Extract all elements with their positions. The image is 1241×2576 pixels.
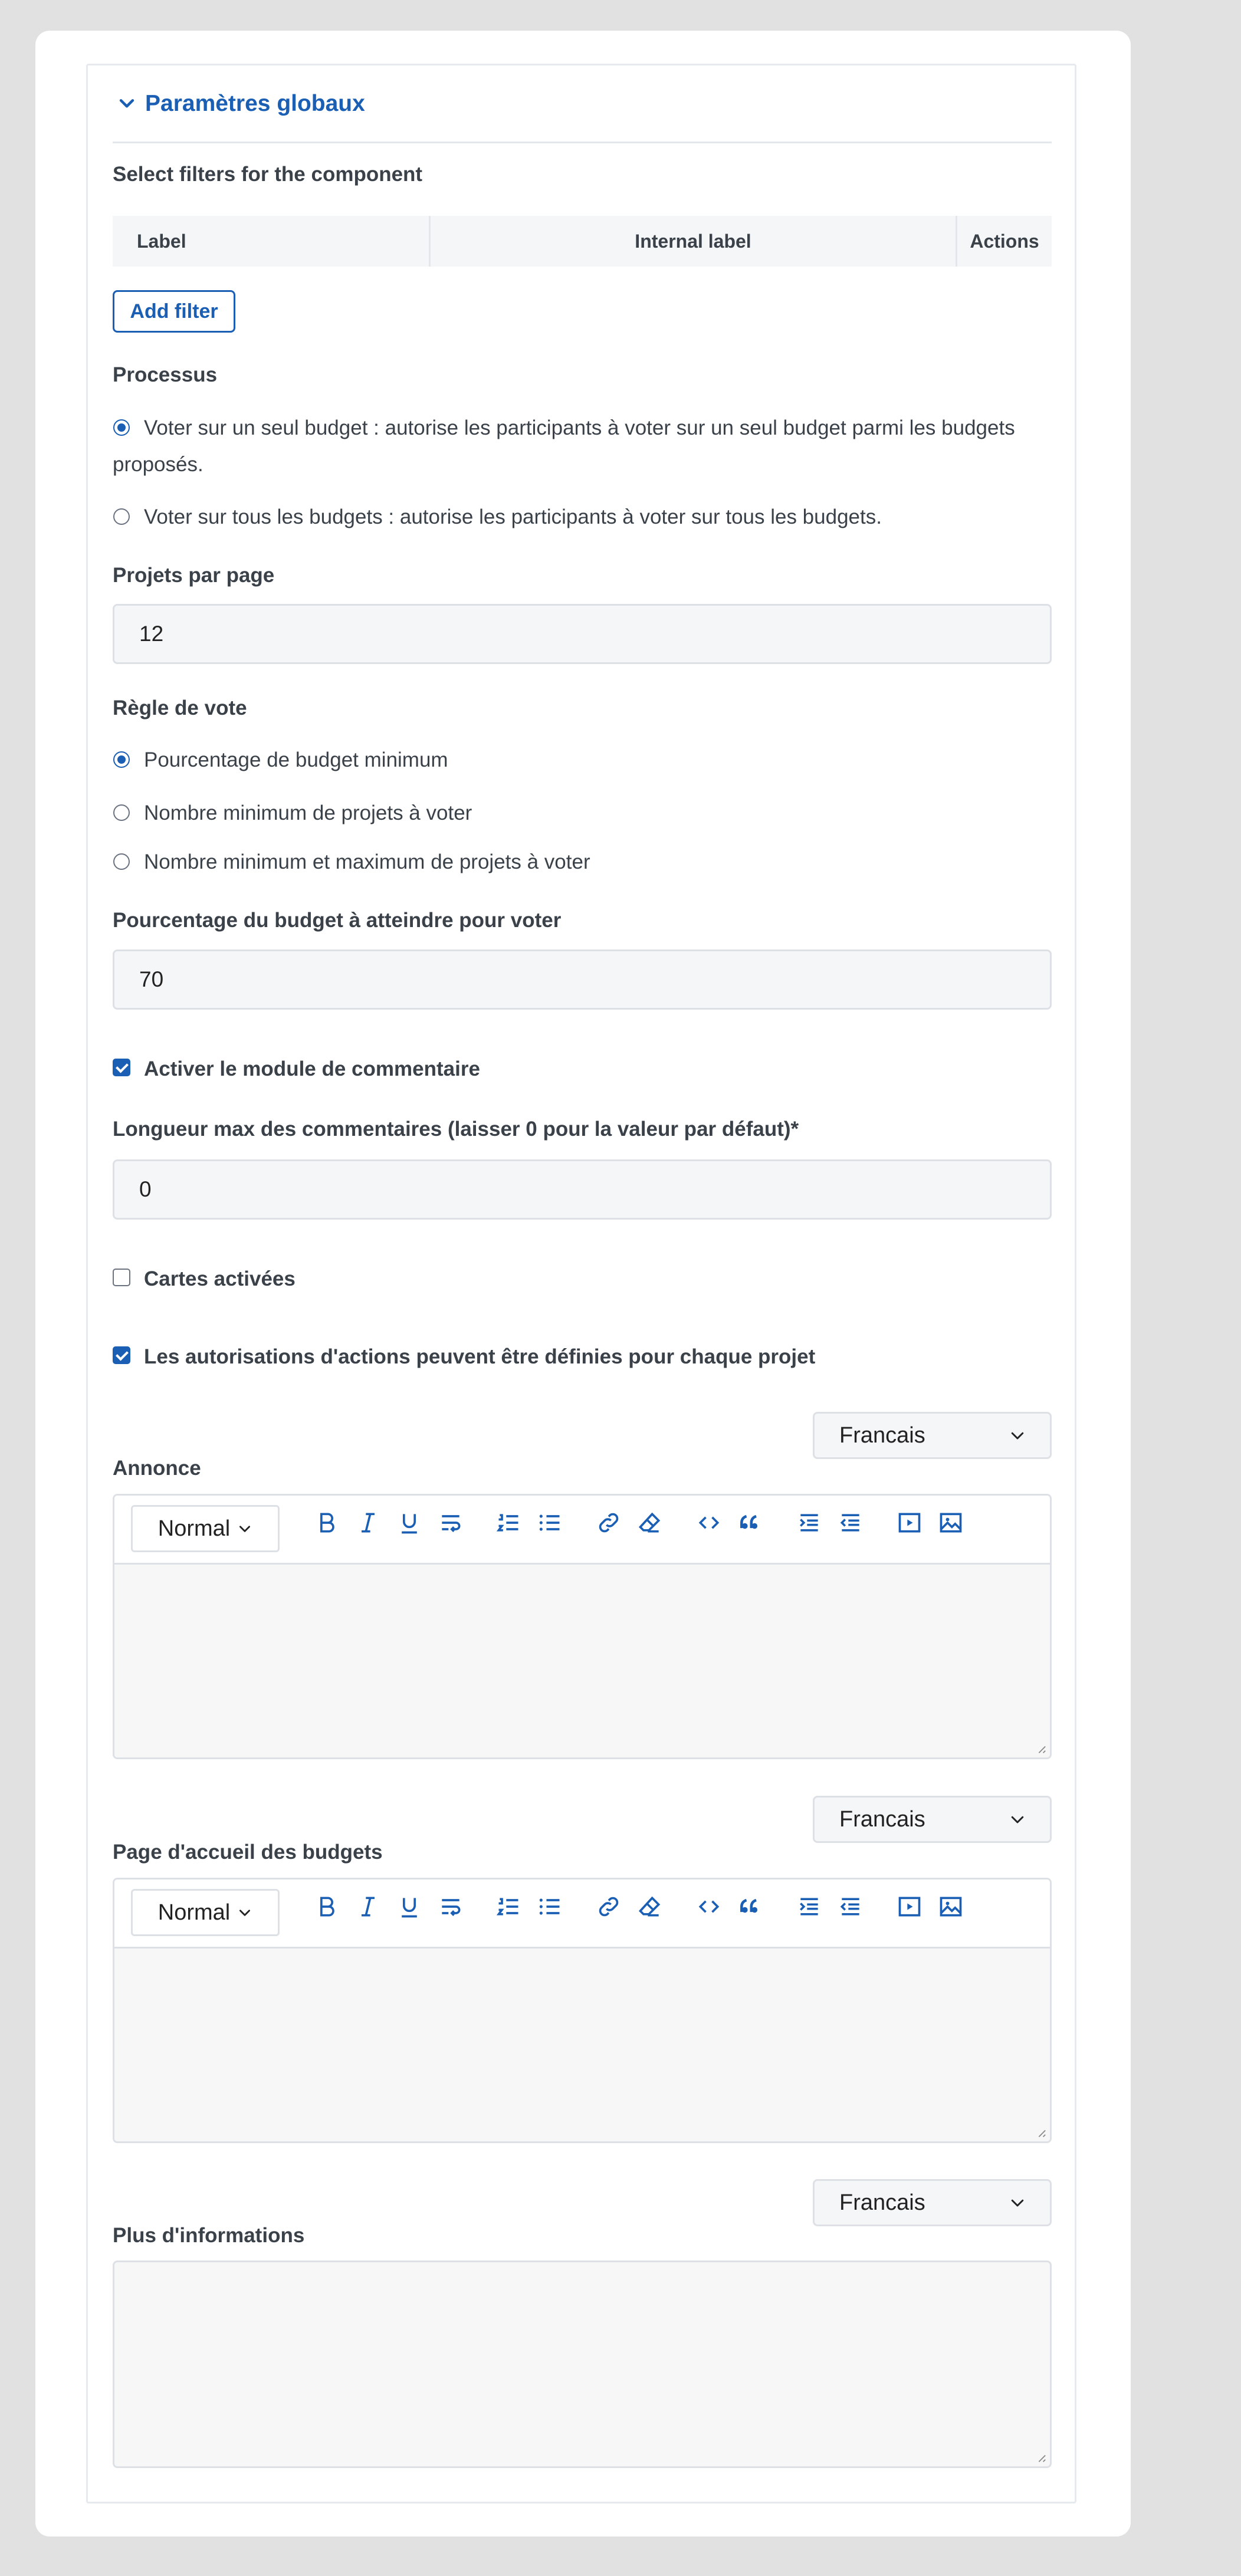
regle-radio-minimum[interactable] [113, 804, 130, 821]
resize-handle-icon[interactable] [1036, 1743, 1046, 1754]
quote-icon[interactable] [734, 1506, 767, 1539]
underline-icon[interactable] [393, 1506, 426, 1539]
add-filter-button[interactable]: Add filter [113, 290, 235, 333]
video-icon[interactable] [893, 1506, 926, 1539]
processus-label: Processus [113, 363, 218, 386]
ordered-list-icon[interactable] [492, 1890, 525, 1923]
regle-radio-pourcentage[interactable] [113, 751, 130, 768]
plus-infos-language-select[interactable]: Francais [813, 2179, 1052, 2226]
regle-option-min-max: Nombre minimum et maximum de projets à v… [144, 850, 590, 873]
bold-icon[interactable] [310, 1506, 343, 1539]
page-accueil-label: Page d'accueil des budgets [113, 1841, 383, 1864]
indent-icon[interactable] [793, 1890, 826, 1923]
annonce-editor: Normal [113, 1494, 1052, 1759]
page-accueil-language-value: Francais [839, 1806, 925, 1832]
page-accueil-editor: Normal [113, 1878, 1052, 2143]
text-wrap-icon[interactable] [434, 1890, 467, 1923]
chevron-down-icon [1011, 1432, 1024, 1440]
chevron-down-icon [119, 99, 134, 108]
regle-option-pourcentage: Pourcentage de budget minimum [144, 748, 448, 771]
annonce-toolbar: Normal [114, 1496, 1050, 1565]
image-icon[interactable] [934, 1506, 967, 1539]
autorisations-checkbox-label: Les autorisations d'actions peuvent être… [144, 1345, 816, 1368]
comments-checkbox-label: Activer le module de commentaire [144, 1057, 480, 1080]
eraser-icon[interactable] [633, 1890, 667, 1923]
code-icon[interactable] [692, 1506, 725, 1539]
autorisations-checkbox[interactable] [113, 1346, 130, 1364]
processus-radio-all[interactable] [113, 508, 130, 525]
outdent-icon[interactable] [834, 1890, 867, 1923]
resize-handle-icon[interactable] [1036, 2452, 1046, 2463]
quote-icon[interactable] [734, 1890, 767, 1923]
annonce-language-value: Francais [839, 1422, 925, 1448]
chevron-down-icon [1011, 2199, 1024, 2207]
resize-handle-icon[interactable] [1036, 2127, 1046, 2138]
ordered-list-icon[interactable] [492, 1506, 525, 1539]
chevron-down-icon [239, 1910, 251, 1916]
plus-infos-textarea[interactable] [113, 2260, 1052, 2468]
longueur-max-label: Longueur max des commentaires (laisser 0… [113, 1118, 799, 1141]
annonce-label: Annonce [113, 1457, 201, 1480]
page-accueil-language-select[interactable]: Francais [813, 1796, 1052, 1843]
plus-infos-label: Plus d'informations [113, 2224, 305, 2247]
chevron-down-icon [1011, 1816, 1024, 1823]
filters-label: Select filters for the component [113, 163, 423, 186]
page-accueil-text-area[interactable] [114, 1949, 1050, 2141]
cartes-checkbox[interactable] [113, 1269, 130, 1286]
projets-par-page-input[interactable]: 12 [113, 604, 1052, 664]
video-icon[interactable] [893, 1890, 926, 1923]
cartes-checkbox-label: Cartes activées [144, 1267, 296, 1290]
annonce-text-area[interactable] [114, 1565, 1050, 1757]
text-wrap-icon[interactable] [434, 1506, 467, 1539]
filters-table-header: Label Internal label Actions [113, 216, 1052, 267]
section-title: Paramètres globaux [145, 91, 365, 116]
section-toggle[interactable]: Paramètres globaux [117, 91, 365, 117]
processus-radio-single[interactable] [113, 419, 130, 436]
link-icon[interactable] [592, 1890, 625, 1923]
regle-de-vote-label: Règle de vote [113, 696, 247, 719]
column-label: Label [113, 216, 431, 267]
bullet-list-icon[interactable] [533, 1890, 566, 1923]
italic-icon[interactable] [352, 1890, 385, 1923]
link-icon[interactable] [592, 1506, 625, 1539]
section-divider [113, 142, 1052, 143]
code-icon[interactable] [692, 1890, 725, 1923]
underline-icon[interactable] [393, 1890, 426, 1923]
annonce-format-value: Normal [157, 1516, 231, 1541]
longueur-max-input[interactable]: 0 [113, 1159, 1052, 1220]
bullet-list-icon[interactable] [533, 1506, 566, 1539]
regle-option-minimum: Nombre minimum de projets à voter [144, 801, 472, 824]
page-accueil-format-value: Normal [157, 1900, 231, 1925]
eraser-icon[interactable] [633, 1506, 667, 1539]
processus-option-single-line2: proposés. [113, 453, 203, 476]
comments-checkbox[interactable] [113, 1059, 130, 1076]
column-actions: Actions [970, 230, 1039, 252]
image-icon[interactable] [934, 1890, 967, 1923]
chevron-down-icon [239, 1526, 251, 1532]
pourcentage-budget-label: Pourcentage du budget à atteindre pour v… [113, 909, 562, 932]
bold-icon[interactable] [310, 1890, 343, 1923]
pourcentage-budget-input[interactable]: 70 [113, 949, 1052, 1010]
processus-option-single-line1: Voter sur un seul budget : autorise les … [144, 416, 1015, 439]
column-internal-label: Internal label [431, 216, 957, 267]
projets-par-page-label: Projets par page [113, 564, 275, 587]
outdent-icon[interactable] [834, 1506, 867, 1539]
regle-radio-min-max[interactable] [113, 853, 130, 870]
italic-icon[interactable] [352, 1506, 385, 1539]
page-accueil-toolbar: Normal [114, 1880, 1050, 1949]
indent-icon[interactable] [793, 1506, 826, 1539]
annonce-language-select[interactable]: Francais [813, 1412, 1052, 1459]
page-accueil-format-select[interactable]: Normal [131, 1889, 280, 1936]
annonce-format-select[interactable]: Normal [131, 1505, 280, 1552]
processus-option-all: Voter sur tous les budgets : autorise le… [144, 505, 882, 528]
plus-infos-language-value: Francais [839, 2190, 925, 2215]
